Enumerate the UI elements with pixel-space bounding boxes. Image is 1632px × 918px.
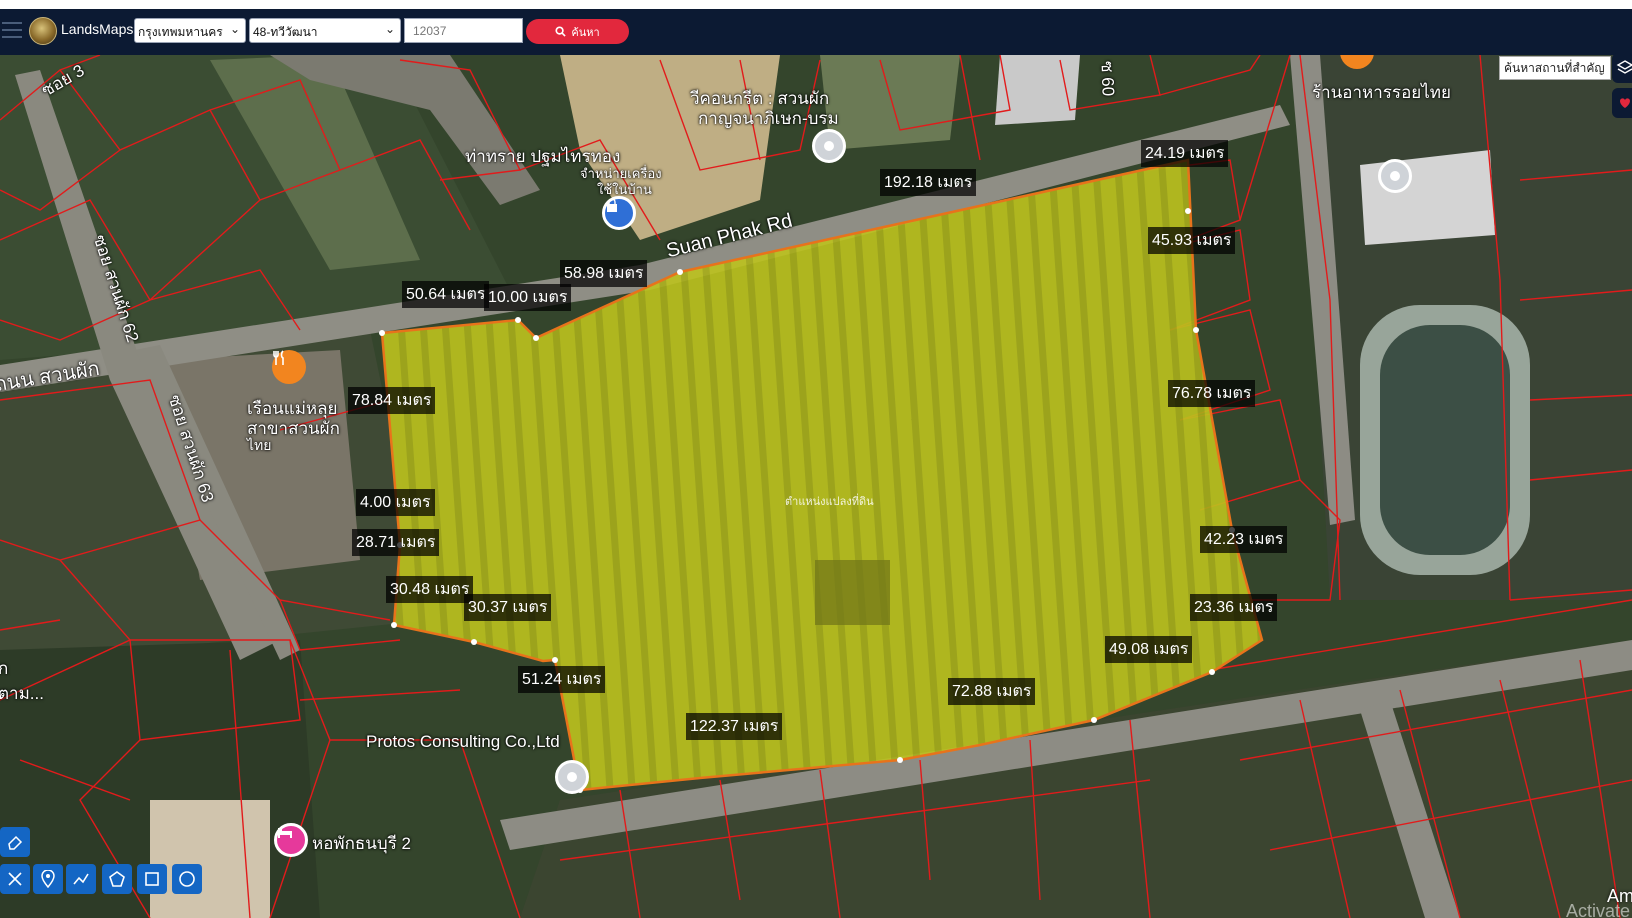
rectangle-tool-button[interactable]: [137, 864, 167, 894]
district-select-value: 48-ทวีวัฒนา: [253, 25, 318, 39]
top-navbar: LandsMaps กรุงเทพมหานคร ⌄ 48-ทวีวัฒนา ⌄ …: [0, 9, 1632, 55]
heart-icon: [1620, 98, 1630, 108]
browser-top-strip: [0, 0, 1632, 9]
measurement-label: 72.88 เมตร: [948, 678, 1036, 705]
measurement-label: 58.98 เมตร: [560, 260, 648, 287]
circle-icon: [179, 871, 195, 887]
soi60-label: ซ 60: [1097, 60, 1118, 97]
measurement-label: 10.00 เมตร: [484, 284, 572, 311]
measurement-label: 76.78 เมตร: [1168, 380, 1256, 407]
dorm-label: หอพักธนบุรี 2: [312, 834, 412, 853]
protos-label: Protos Consulting Co.,Ltd: [366, 732, 560, 751]
search-button[interactable]: ค้นหา: [526, 19, 629, 44]
rectangle-icon: [145, 872, 159, 886]
place-pin-icon[interactable]: [812, 129, 846, 163]
menu-icon[interactable]: [2, 22, 22, 38]
place-search-input[interactable]: [1499, 56, 1611, 80]
measurement-label: 50.64 เมตร: [402, 281, 490, 308]
marker-tool-button[interactable]: [33, 864, 63, 894]
search-button-label: ค้นหา: [571, 26, 600, 39]
measurement-label: 30.37 เมตร: [464, 594, 552, 621]
polygon-icon: [109, 871, 125, 887]
polyline-icon: [73, 873, 89, 885]
protos-pin-icon[interactable]: [555, 760, 589, 794]
parcel-location-label: ตำแหน่งแปลงที่ดิน: [785, 496, 874, 508]
chevron-down-icon: ⌄: [229, 22, 240, 36]
restaurant-label-line3: ไทย: [247, 437, 272, 453]
parcel-number-input[interactable]: [404, 18, 523, 43]
polyline-tool-button[interactable]: [66, 864, 96, 894]
measurement-label: 42.23 เมตร: [1200, 526, 1288, 553]
measurement-label: 24.19 เมตร: [1141, 140, 1229, 167]
cutoff-label-2: ตาม...: [0, 684, 44, 703]
logo-icon: [29, 17, 57, 45]
fork-knife-icon: [273, 350, 284, 365]
polygon-tool-button[interactable]: [102, 864, 132, 894]
restaurant-right-label: ร้านอาหารรอยไทย: [1312, 83, 1451, 102]
measure-tool-button[interactable]: [0, 864, 30, 894]
erase-tool-button[interactable]: [0, 827, 30, 857]
layers-toggle-button[interactable]: [1612, 53, 1632, 83]
search-icon: [555, 26, 567, 37]
measurement-label: 51.24 เมตร: [518, 666, 606, 693]
app-title: LandsMaps: [61, 21, 134, 37]
measurement-label: 23.36 เมตร: [1190, 594, 1278, 621]
bed-icon: [278, 828, 292, 838]
favorite-button[interactable]: [1612, 88, 1632, 118]
shop-marker-icon[interactable]: [602, 196, 636, 230]
district-select[interactable]: 48-ทวีวัฒนา ⌄: [249, 18, 401, 43]
measurement-label: 78.84 เมตร: [348, 387, 436, 414]
measurement-label: 192.18 เมตร: [880, 169, 977, 196]
layers-icon: [1616, 60, 1632, 74]
measurement-label: 30.48 เมตร: [386, 576, 474, 603]
restaurant-marker-icon[interactable]: [272, 350, 306, 384]
map-pin-icon: [41, 870, 55, 888]
hotel-marker-icon[interactable]: [274, 823, 308, 857]
ruler-icon: [8, 872, 22, 886]
measurement-label: 49.08 เมตร: [1105, 636, 1193, 663]
circle-tool-button[interactable]: [172, 864, 202, 894]
eraser-icon: [8, 835, 23, 850]
chevron-down-icon: ⌄: [384, 22, 395, 36]
map-view[interactable]: ซอย 3 ซอย สวนผัก 62 ซอย สวนผัก 63 ซ 60 S…: [0, 55, 1632, 918]
cutoff-label-1: ก: [0, 659, 9, 678]
place-pin-right-icon[interactable]: [1378, 159, 1412, 193]
province-select-value: กรุงเทพมหานคร: [138, 25, 223, 39]
measurement-label: 45.93 เมตร: [1148, 227, 1236, 254]
measurement-label: 28.71 เมตร: [352, 529, 440, 556]
bag-icon: [607, 199, 617, 212]
temple-label-line2: กาญจนาภิเษก-บรม: [698, 109, 839, 128]
measurement-label: 4.00 เมตร: [356, 489, 435, 516]
province-select[interactable]: กรุงเทพมหานคร ⌄: [134, 18, 246, 43]
corner-label: Am: [1607, 886, 1632, 906]
measurement-label: 122.37 เมตร: [686, 713, 783, 740]
